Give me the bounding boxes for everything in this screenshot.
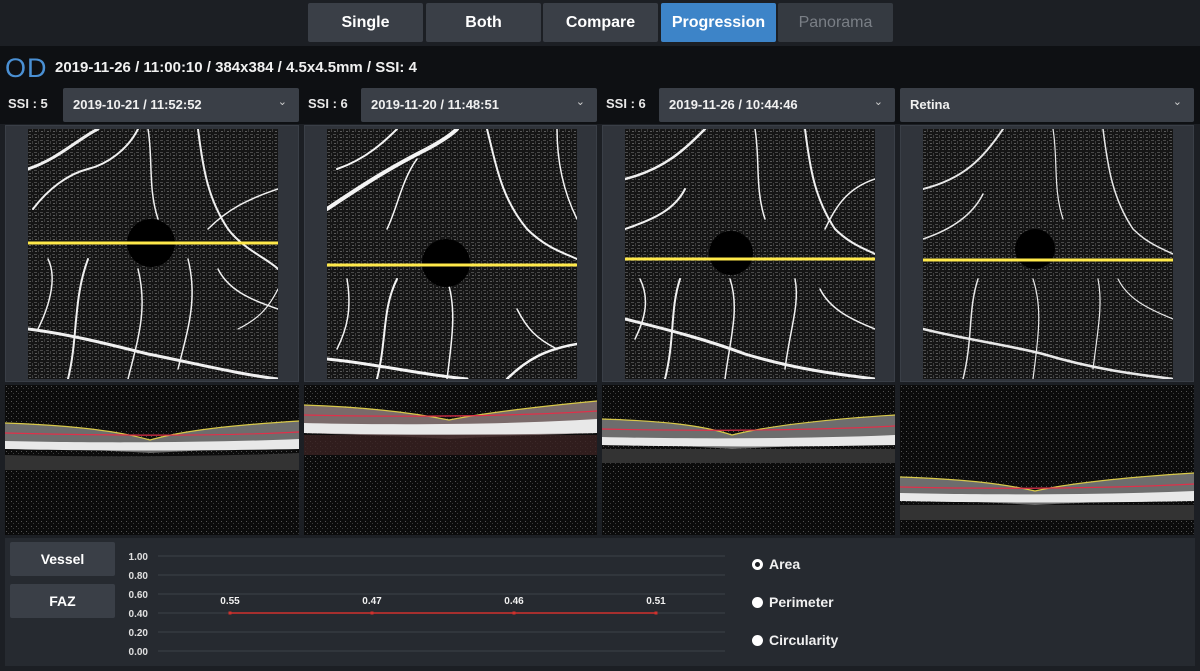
metric-area-label: Area xyxy=(769,556,801,572)
bscan-image-3 xyxy=(602,385,895,535)
angio-panel-4 xyxy=(900,125,1194,382)
eye-label: OD xyxy=(5,53,48,83)
mode-panorama-button[interactable]: Panorama xyxy=(778,3,893,42)
metric-circularity-label: Circularity xyxy=(769,632,839,648)
metric-circularity-radio[interactable]: Circularity xyxy=(752,632,838,648)
ssi-label-3: SSI : 6 xyxy=(606,96,646,111)
vessel-button[interactable]: Vessel xyxy=(10,542,115,576)
angiogram-image-2 xyxy=(327,129,577,379)
y-tick-label: 0.80 xyxy=(129,571,149,582)
data-label: 0.51 xyxy=(646,596,666,607)
y-tick-label: 0.40 xyxy=(129,609,149,620)
angiogram-image-3 xyxy=(625,129,875,379)
metric-area-radio[interactable]: Area xyxy=(752,556,800,572)
mode-progression-button[interactable]: Progression xyxy=(661,3,776,42)
mode-bar: Single Both Compare Progression Panorama xyxy=(0,0,1200,46)
y-tick-label: 0.20 xyxy=(129,628,149,639)
scan-info: 2019-11-26 / 11:00:10 / 384x384 / 4.5x4.… xyxy=(55,59,417,76)
date-select-3[interactable]: 2019-11-26 / 10:44:46 ⌄ xyxy=(659,88,895,122)
angio-panel-2 xyxy=(304,125,597,382)
y-tick-label: 0.60 xyxy=(129,590,149,601)
date-select-2[interactable]: 2019-11-20 / 11:48:51 ⌄ xyxy=(361,88,597,122)
date-select-2-value: 2019-11-20 / 11:48:51 xyxy=(371,97,499,112)
data-point xyxy=(228,611,232,615)
data-label: 0.55 xyxy=(220,596,240,607)
chevron-down-icon: ⌄ xyxy=(277,96,287,108)
bscan-image-2 xyxy=(304,385,597,535)
chevron-down-icon: ⌄ xyxy=(873,96,883,108)
angiogram-image-1 xyxy=(28,129,278,379)
radio-unselected-icon xyxy=(752,634,763,646)
metric-perimeter-label: Perimeter xyxy=(769,594,834,610)
metric-perimeter-radio[interactable]: Perimeter xyxy=(752,594,834,610)
angio-panel-1 xyxy=(5,125,299,382)
chevron-down-icon: ⌄ xyxy=(575,96,585,108)
data-point xyxy=(654,611,658,615)
angio-panel-3 xyxy=(602,125,895,382)
y-tick-label: 1.00 xyxy=(129,552,149,563)
mode-both-button[interactable]: Both xyxy=(426,3,541,42)
y-tick-label: 0.00 xyxy=(129,647,149,658)
radio-selected-icon xyxy=(752,558,763,570)
mode-compare-button[interactable]: Compare xyxy=(543,3,658,42)
radio-unselected-icon xyxy=(752,596,763,608)
date-select-1[interactable]: 2019-10-21 / 11:52:52 ⌄ xyxy=(63,88,299,122)
date-select-1-value: 2019-10-21 / 11:52:52 xyxy=(73,97,202,112)
data-label: 0.47 xyxy=(362,596,382,607)
data-point xyxy=(512,611,516,615)
date-select-3-value: 2019-11-26 / 10:44:46 xyxy=(669,97,798,112)
bscan-image-1 xyxy=(5,385,299,535)
ssi-label-2: SSI : 6 xyxy=(308,96,348,111)
bscan-image-4 xyxy=(900,385,1194,535)
progression-chart: 1.00 0.80 0.60 0.40 0.20 0.00 0.55 0.47 0.46 0.51 xyxy=(129,552,725,658)
faz-button[interactable]: FAZ xyxy=(10,584,115,618)
angiogram-image-4 xyxy=(923,129,1173,379)
layer-select[interactable]: Retina ⌄ xyxy=(900,88,1194,122)
data-label: 0.46 xyxy=(504,596,524,607)
chevron-down-icon: ⌄ xyxy=(1172,96,1182,108)
ssi-label-1: SSI : 5 xyxy=(8,96,48,111)
layer-select-value: Retina xyxy=(910,97,950,112)
mode-single-button[interactable]: Single xyxy=(308,3,423,42)
data-point xyxy=(370,611,374,615)
